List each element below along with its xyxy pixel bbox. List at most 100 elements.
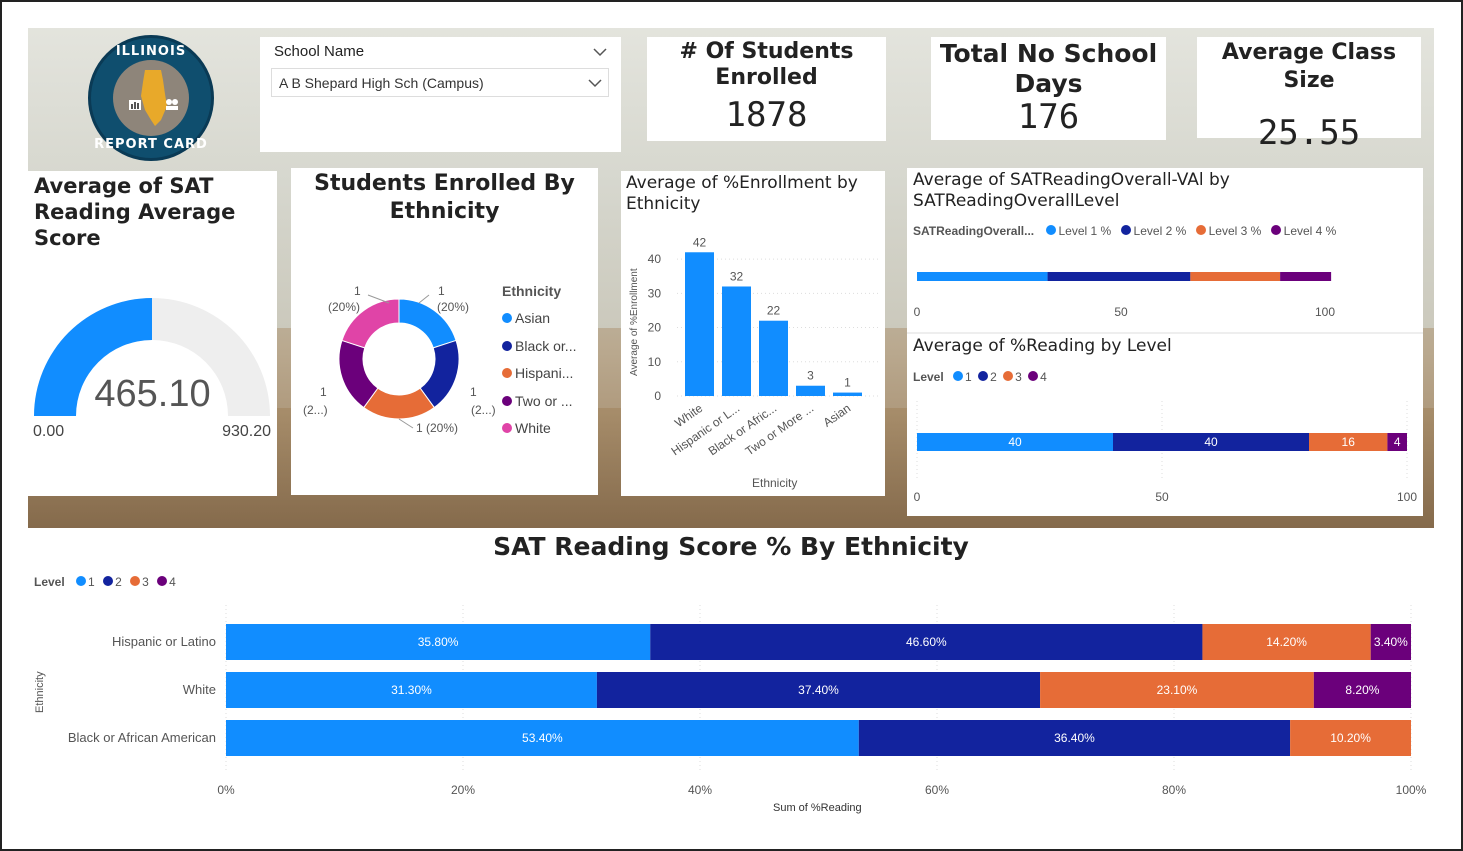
donut-legend: Ethnicity Asian Black or... Hispani... T… [502, 283, 576, 443]
enroll-bar-label: 42 [693, 235, 707, 249]
kpi-title-line2: Enrolled [715, 65, 818, 90]
enroll-bar-label: 3 [807, 369, 814, 383]
sat-overall-x-tick: 50 [1114, 305, 1128, 319]
reading-level-legend: Level 1 2 3 4 [913, 370, 1047, 384]
ethnicity-data-label: 10.20% [1330, 731, 1371, 745]
illinois-state-icon [129, 70, 178, 126]
reading-legend-title: Level [913, 370, 944, 384]
ethnicity-data-label: 31.30% [391, 683, 432, 697]
enroll-bar [722, 286, 751, 396]
logo-top-text: ILLINOIS [115, 44, 187, 59]
ethnicity-category-label: White [183, 682, 216, 697]
sat-overall-segment [1047, 272, 1191, 281]
sat-overall-x-tick: 0 [914, 305, 921, 319]
donut-label-two-count: 1 [320, 385, 327, 399]
kpi-title-line2: Days [1014, 69, 1083, 98]
enroll-y-axis-label: Average of %Enrollment [629, 268, 640, 376]
donut-title-line1: Students Enrolled By [314, 171, 575, 196]
reading-level-data-label: 40 [1204, 435, 1218, 449]
kpi-average-class-size: Average Class Size 25.55 [1197, 37, 1421, 153]
reading-level-data-label: 16 [1342, 435, 1356, 449]
enroll-bar [796, 385, 825, 396]
legend-item-asian[interactable]: Asian [502, 305, 576, 333]
donut-legend-title: Ethnicity [502, 283, 562, 299]
enroll-y-tick: 10 [648, 355, 662, 369]
enrollment-chart-card: Average of %Enrollment by Ethnicity Aver… [621, 171, 885, 496]
ethnicity-x-axis-label: Sum of %Reading [773, 802, 862, 814]
enroll-y-tick: 30 [648, 286, 662, 300]
enroll-bar [685, 252, 714, 396]
legend-item-hispanic[interactable]: Hispani... [502, 360, 576, 388]
ethnicity-data-label: 35.80% [418, 635, 459, 649]
sat-overall-segment [917, 272, 1048, 281]
enroll-bar [833, 392, 862, 396]
school-dropdown[interactable]: A B Shepard High Sch (Campus) [271, 68, 609, 97]
enroll-x-tick: Asian [821, 401, 854, 430]
gauge-value: 465.10 [94, 373, 211, 415]
gauge-card: Average of SAT Reading Average Score 465… [28, 171, 277, 496]
enroll-bar-label: 22 [767, 304, 781, 318]
ethnicity-x-tick: 100% [1396, 783, 1427, 797]
reading-level-title: Average of %Reading by Level [913, 336, 1172, 356]
ethnicity-x-tick: 80% [1162, 783, 1186, 797]
kpi-value: 176 [1017, 97, 1080, 137]
ethnicity-data-label: 14.20% [1266, 635, 1307, 649]
chevron-down-icon[interactable] [593, 47, 607, 57]
kpi-value: 25.55 [1257, 113, 1361, 153]
enroll-bar-label: 1 [844, 376, 851, 390]
donut-label-hispanic: 1 (20%) [416, 421, 458, 435]
kpi-no-school-days: Total No School Days 176 [931, 37, 1166, 140]
gauge-title-line2: Reading Average [34, 200, 236, 224]
ethnicity-x-tick: 60% [925, 783, 949, 797]
donut-label-black-count: 1 [470, 385, 477, 399]
logo-bottom-text: REPORT CARD [94, 137, 208, 152]
reading-level-card: Average of SATReadingOverall-VAl by SATR… [907, 168, 1423, 516]
legend-item-white[interactable]: White [502, 415, 576, 443]
ethnicity-category-label: Hispanic or Latino [112, 634, 216, 649]
gauge-title-line3: Score [34, 226, 101, 250]
dropdown-chevron-icon[interactable] [588, 78, 602, 88]
kpi-value: 1878 [725, 95, 808, 135]
donut-label-two-pct: (2...) [303, 403, 328, 417]
donut-label-white-count: 1 [354, 284, 361, 298]
enrollment-bar-chart: Average of %Enrollment 01020304042White3… [629, 235, 879, 490]
ethnicity-data-label: 3.40% [1374, 635, 1408, 649]
donut-label-white-pct: (20%) [328, 300, 360, 314]
ethnicity-data-label: 8.20% [1345, 683, 1379, 697]
enroll-bar [759, 320, 788, 396]
gauge-max: 930.20 [222, 423, 271, 440]
kpi-students-enrolled: # Of Students Enrolled 1878 [647, 37, 886, 141]
ethnicity-category-label: Black or African American [68, 730, 216, 745]
school-dropdown-value: A B Shepard High Sch (Campus) [279, 75, 484, 91]
ethnicity-x-tick: 40% [688, 783, 712, 797]
enroll-y-tick: 40 [648, 252, 662, 266]
gauge-title-line1: Average of SAT [34, 174, 214, 198]
kpi-title-line1: # Of Students [679, 39, 854, 64]
enroll-y-tick: 20 [648, 321, 662, 335]
ethnicity-data-label: 53.40% [522, 731, 563, 745]
logo-inner-circle [113, 60, 189, 136]
slicer-title: School Name [274, 43, 365, 60]
school-name-slicer: School Name A B Shepard High Sch (Campus… [260, 37, 621, 152]
ethnicity-data-label: 23.10% [1157, 683, 1198, 697]
donut-card: Students Enrolled By Ethnicity 1 (20%) 1… [291, 168, 598, 495]
sat-overall-x-tick: 100 [1315, 305, 1335, 319]
enroll-y-tick: 0 [654, 389, 661, 403]
ethnicity-x-tick: 0% [217, 783, 235, 797]
donut-title-line2: Ethnicity [389, 199, 500, 224]
kpi-title-line1: Total No School [939, 39, 1158, 68]
ethnicity-data-label: 46.60% [906, 635, 947, 649]
reading-x-tick: 100 [1397, 490, 1417, 504]
reading-level-data-label: 40 [1008, 435, 1022, 449]
ethnicity-y-axis-label: Ethnicity [34, 671, 46, 713]
enroll-bar-label: 32 [730, 269, 744, 283]
legend-item-two-or-more[interactable]: Two or ... [502, 388, 576, 416]
ethnicity-x-tick: 20% [451, 783, 475, 797]
donut-label-asian-pct: (20%) [437, 300, 469, 314]
donut-label-black-pct: (2...) [471, 403, 496, 417]
enroll-x-axis-label: Ethnicity [752, 476, 797, 490]
ethnicity-data-label: 37.40% [798, 683, 839, 697]
ethnicity-chart-card: SAT Reading Score % By Ethnicity Level 1… [28, 528, 1434, 820]
legend-item-black[interactable]: Black or... [502, 333, 576, 361]
sat-overall-segment [1190, 272, 1281, 281]
